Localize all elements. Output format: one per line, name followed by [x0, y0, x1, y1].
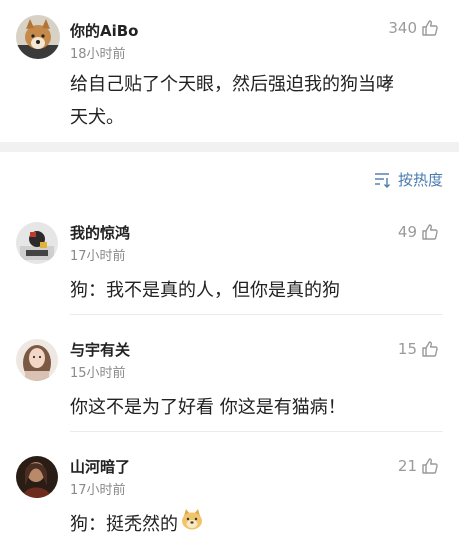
doge-emoji-icon [180, 508, 204, 541]
like-count: 21 [397, 457, 417, 475]
comment-text: 狗：挺秃然的 [70, 514, 178, 535]
thumbs-up-icon [421, 19, 439, 37]
avatar[interactable] [16, 15, 60, 59]
like-button[interactable]: 49 [398, 223, 439, 241]
sort-icon [374, 172, 392, 188]
divider [70, 314, 443, 315]
sort-button[interactable]: 按热度 [374, 169, 443, 190]
like-button[interactable]: 21 [398, 457, 439, 475]
avatar[interactable] [16, 222, 58, 264]
post-content-line: 天犬。 [70, 107, 124, 128]
main-post: 你的AiBo 18小时前 340 给自己贴了个天眼，然后强迫我的狗当哮 天犬。 [0, 0, 459, 142]
like-button[interactable]: 15 [398, 340, 439, 358]
sort-label: 按热度 [397, 171, 443, 189]
like-count: 340 [388, 19, 417, 37]
post-content-line: 给自己贴了个天眼，然后强迫我的狗当哮 [70, 74, 394, 95]
comment-time: 17小时前 [70, 483, 126, 498]
comment-item: 我的惊鸿 17小时前 49 狗：我不是真的人，但你是真的狗 [0, 218, 459, 318]
comment-text: 你这不是为了好看 你这是有猫病！ [70, 397, 346, 418]
comment-time: 15小时前 [70, 366, 126, 381]
thumbs-up-icon [421, 340, 439, 358]
like-button[interactable]: 340 [388, 19, 439, 37]
like-count: 15 [397, 340, 417, 358]
username[interactable]: 我的惊鸿 [70, 222, 130, 243]
post-time: 18小时前 [70, 47, 126, 62]
avatar[interactable] [16, 339, 58, 381]
comment-item: 与宇有关 15小时前 15 你这不是为了好看 你这是有猫病！ [0, 335, 459, 435]
comment-text: 狗：我不是真的人，但你是真的狗 [70, 280, 340, 301]
comment-item: 山河暗了 17小时前 21 狗：挺秃然的 [0, 452, 459, 544]
post-content: 给自己贴了个天眼，然后强迫我的狗当哮 天犬。 [70, 68, 394, 134]
divider [70, 431, 443, 432]
thumbs-up-icon [421, 223, 439, 241]
username[interactable]: 你的AiBo [70, 20, 139, 41]
username[interactable]: 与宇有关 [70, 339, 130, 360]
comment-text-row: 狗：挺秃然的 [70, 508, 204, 541]
thumbs-up-icon [421, 457, 439, 475]
avatar[interactable] [16, 456, 58, 498]
section-separator [0, 142, 459, 152]
comment-page: 你的AiBo 18小时前 340 给自己贴了个天眼，然后强迫我的狗当哮 天犬。 [0, 0, 459, 544]
username[interactable]: 山河暗了 [70, 456, 130, 477]
comment-time: 17小时前 [70, 249, 126, 264]
like-count: 49 [397, 223, 417, 241]
